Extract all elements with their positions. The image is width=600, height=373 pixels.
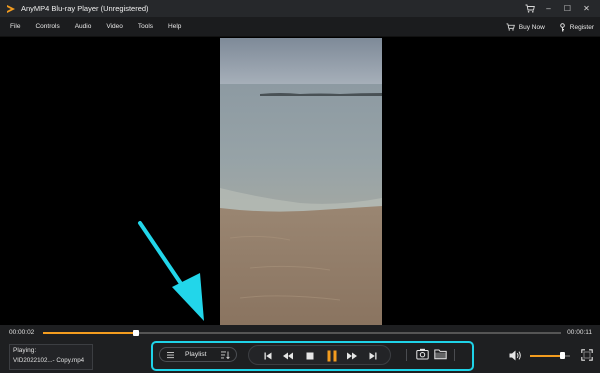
register-button[interactable]: Register <box>559 22 594 32</box>
playlist-icon <box>167 352 174 359</box>
title-bar: AnyMP4 Blu-ray Player (Unregistered) – ☐… <box>0 0 600 17</box>
now-playing-filename: VID2022102...- Copy.mp4 <box>13 357 85 364</box>
volume-slider-fill <box>530 355 562 357</box>
seek-bar[interactable] <box>43 330 561 336</box>
menu-video[interactable]: Video <box>106 23 123 30</box>
buy-now-label: Buy Now <box>518 23 545 31</box>
rewind-icon <box>283 352 293 360</box>
annotation-arrow-icon <box>138 221 204 321</box>
window-title: AnyMP4 Blu-ray Player (Unregistered) <box>21 4 149 13</box>
skip-next-icon <box>369 352 377 360</box>
skip-previous-button[interactable] <box>262 350 274 362</box>
register-label: Register <box>569 23 594 31</box>
fast-forward-icon <box>347 352 357 360</box>
stop-icon <box>306 352 314 360</box>
key-icon <box>560 22 565 31</box>
volume-slider-thumb[interactable] <box>560 352 565 359</box>
fast-forward-button[interactable] <box>346 350 358 362</box>
menu-controls[interactable]: Controls <box>35 23 59 30</box>
app-logo-icon <box>7 4 15 13</box>
playlist-label: Playlist <box>185 351 207 358</box>
skip-previous-icon <box>264 352 272 360</box>
seek-bar-thumb[interactable] <box>133 330 140 336</box>
volume-icon[interactable] <box>509 350 522 361</box>
video-area[interactable] <box>0 38 600 325</box>
minimize-button[interactable]: – <box>541 2 556 15</box>
skip-next-button[interactable] <box>367 350 379 362</box>
pause-button[interactable] <box>325 348 339 364</box>
divider <box>454 349 455 361</box>
transport-controls <box>248 345 391 365</box>
rewind-button[interactable] <box>282 350 294 362</box>
minimize-icon: – <box>546 4 551 13</box>
maximize-button[interactable]: ☐ <box>560 2 575 15</box>
close-button[interactable]: ✕ <box>579 2 594 15</box>
maximize-icon: ☐ <box>563 4 572 13</box>
now-playing-label: Playing: <box>13 347 37 354</box>
playlist-button[interactable]: Playlist <box>159 347 237 362</box>
folder-icon[interactable] <box>434 348 447 360</box>
snapshot-icon[interactable] <box>416 348 429 360</box>
cart-icon <box>506 23 515 31</box>
now-playing-panel: Playing: VID2022102...- Copy.mp4 <box>9 344 93 370</box>
menu-tools[interactable]: Tools <box>138 23 153 30</box>
pause-icon <box>327 350 337 362</box>
volume-slider[interactable] <box>530 352 570 359</box>
video-frame <box>220 38 382 325</box>
sort-icon[interactable] <box>221 351 230 359</box>
menu-help[interactable]: Help <box>168 23 181 30</box>
close-icon: ✕ <box>583 4 590 13</box>
total-time: 00:00:11 <box>567 329 592 336</box>
menu-file[interactable]: File <box>10 23 20 30</box>
cart-icon[interactable] <box>522 2 537 15</box>
menu-bar: File Controls Audio Video Tools Help Buy… <box>0 17 600 37</box>
stop-button[interactable] <box>304 350 316 362</box>
control-bar: Playing: VID2022102...- Copy.mp4 Playlis… <box>0 340 600 373</box>
seek-bar-fill <box>43 332 137 334</box>
menu-audio[interactable]: Audio <box>75 23 92 30</box>
fullscreen-icon[interactable] <box>581 349 593 361</box>
buy-now-button[interactable]: Buy Now <box>506 23 545 31</box>
current-time: 00:00:02 <box>9 329 35 336</box>
divider <box>406 349 407 361</box>
progress-row: 00:00:02 00:00:11 <box>0 325 600 340</box>
